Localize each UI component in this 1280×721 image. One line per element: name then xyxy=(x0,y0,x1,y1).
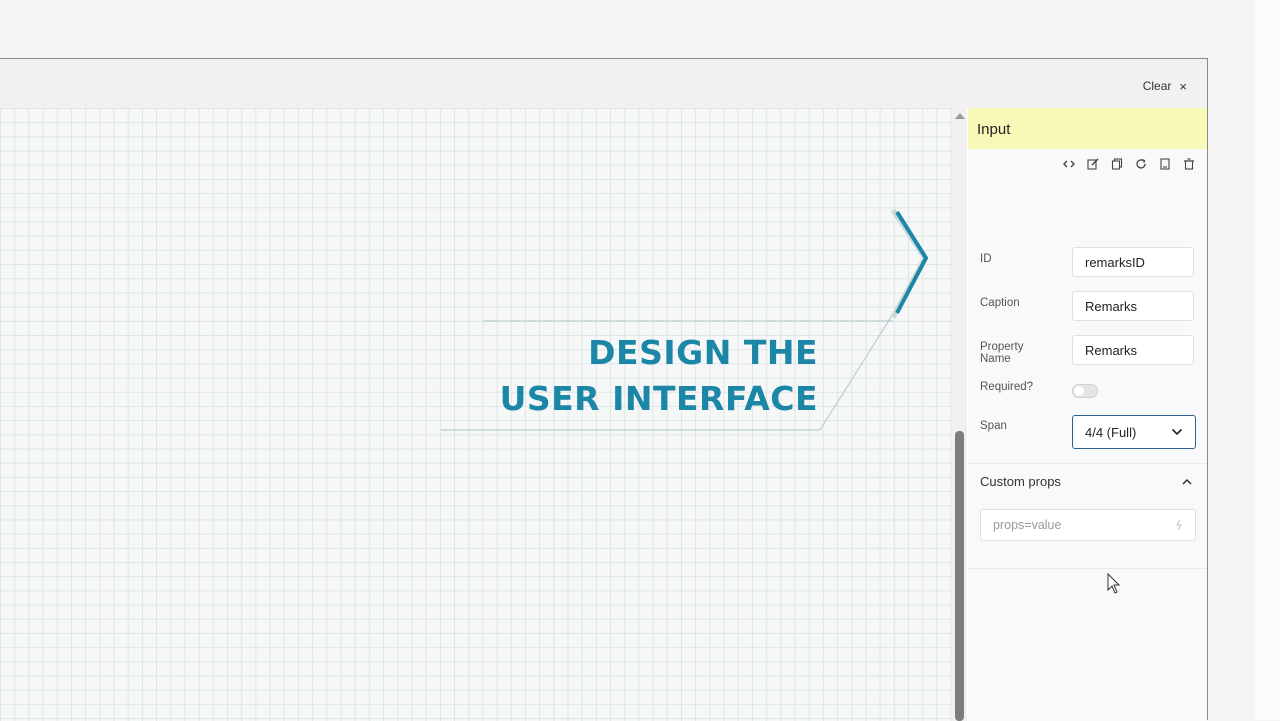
right-margin xyxy=(1255,0,1280,720)
chevron-up-icon xyxy=(1182,478,1192,485)
section-divider-bottom xyxy=(968,568,1207,569)
id-input[interactable]: remarksID xyxy=(1072,247,1194,277)
clear-button[interactable]: Clear × xyxy=(1143,76,1187,96)
edit-icon[interactable] xyxy=(1087,158,1099,170)
caption-label: Caption xyxy=(980,297,1020,309)
designer-toolbar: Clear × xyxy=(0,59,1207,108)
top-strip xyxy=(0,0,1255,58)
properties-panel: Input ID remarksID Caption Remarks Prope… xyxy=(968,108,1207,721)
panel-toolbar xyxy=(968,149,1207,180)
mouse-cursor-icon xyxy=(1107,573,1121,594)
copy-icon[interactable] xyxy=(1111,158,1123,170)
span-select-value: 4/4 (Full) xyxy=(1085,424,1137,440)
design-ui-title: DESIGN THE USER INTERFACE xyxy=(420,330,818,422)
title-line-2: USER INTERFACE xyxy=(499,379,818,418)
custom-props-input[interactable]: props=value xyxy=(980,509,1196,541)
scroll-thumb[interactable] xyxy=(955,431,964,721)
refresh-icon[interactable] xyxy=(1135,158,1147,170)
span-label: Span xyxy=(980,420,1007,432)
canvas-scrollbar[interactable] xyxy=(952,108,967,721)
clear-label: Clear xyxy=(1142,79,1172,93)
chevron-down-icon xyxy=(1171,428,1183,436)
span-select[interactable]: 4/4 (Full) xyxy=(1072,415,1196,449)
property-name-input[interactable]: Remarks xyxy=(1072,335,1194,365)
section-divider xyxy=(968,463,1207,464)
title-line-1: DESIGN THE xyxy=(588,333,818,372)
required-label: Required? xyxy=(980,381,1034,393)
required-toggle[interactable] xyxy=(1072,384,1098,398)
id-label: ID xyxy=(980,253,992,265)
caption-input[interactable]: Remarks xyxy=(1072,291,1194,321)
bolt-icon xyxy=(1175,520,1183,530)
custom-props-placeholder: props=value xyxy=(993,518,1062,532)
panel-title: Input xyxy=(968,108,1207,149)
close-icon: × xyxy=(1179,78,1187,94)
scroll-up-arrow-icon[interactable] xyxy=(955,113,965,119)
custom-props-toggle[interactable]: Custom props xyxy=(980,474,1192,489)
code-icon[interactable] xyxy=(1063,158,1075,170)
title-line-diagonal xyxy=(819,313,894,431)
property-name-label: Property Name xyxy=(980,341,1024,365)
trash-icon[interactable] xyxy=(1183,158,1195,170)
chevron-outline xyxy=(890,208,928,319)
duplicate-icon[interactable] xyxy=(1159,158,1171,170)
custom-props-label: Custom props xyxy=(980,474,1061,489)
